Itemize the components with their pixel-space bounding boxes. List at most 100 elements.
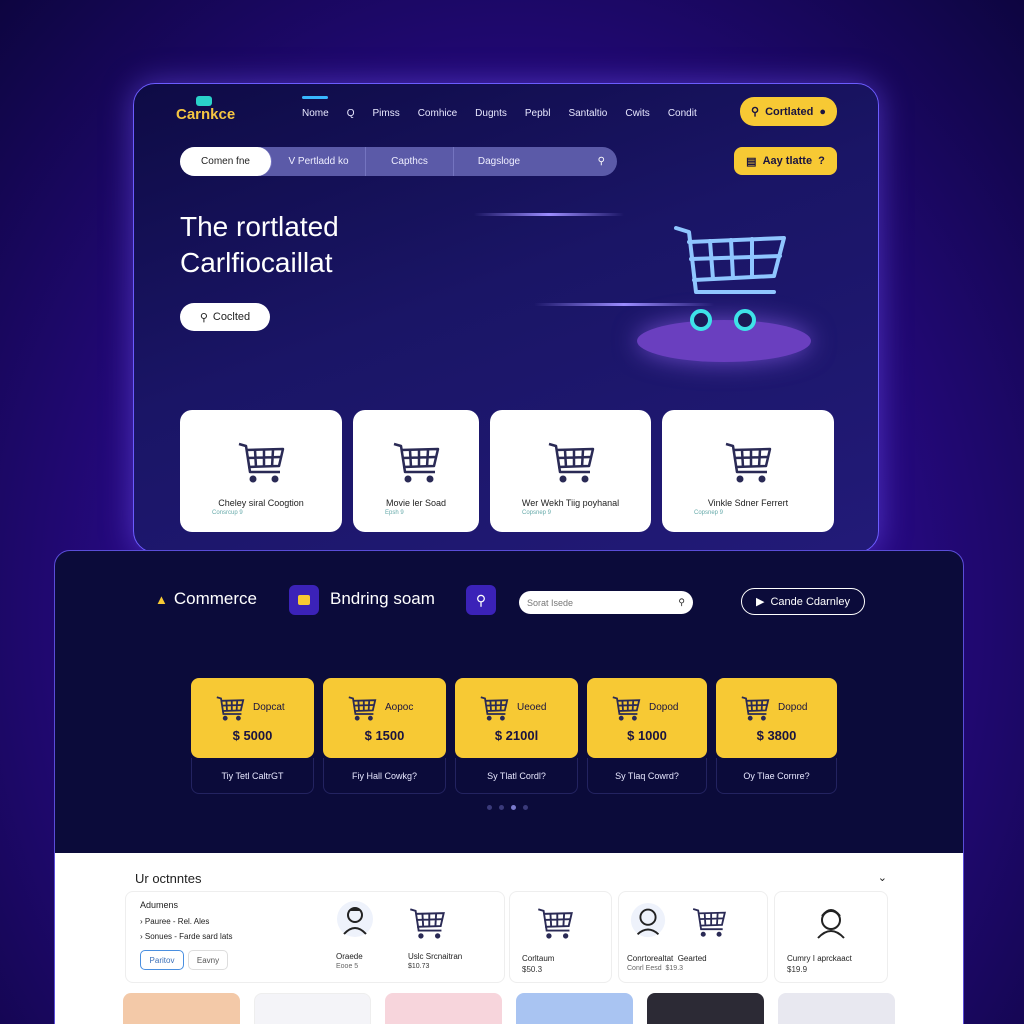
category-card[interactable]: Vinkle Sdner Ferrert Copsnep 9 [662,410,834,532]
filter-search-bar: Comen fne V Pertladd ko Capthcs Dagsloge… [180,147,617,176]
item-title: Uslc Srcnaitran [408,952,463,961]
nav-item-8[interactable]: Condit [668,108,697,119]
search-icon: ⚲ [199,311,208,324]
category-card-subtitle: Copsnep 9 [694,510,724,516]
shopping-cart-icon [548,442,594,483]
clock-icon: ● [819,105,826,118]
search-icon-button[interactable]: ⚲ [466,585,496,615]
folder-icon-button[interactable] [289,585,319,615]
nav-item-7[interactable]: Cwits [625,108,649,119]
thumbnail-image[interactable] [385,993,502,1024]
search-input[interactable]: Sorat Isede ⚲ [519,591,693,614]
outline-action-label: Cande Cdarnley [770,595,850,608]
nav-item-3[interactable]: Comhice [418,108,457,119]
search-icon: ⚲ [678,597,685,607]
product-name: Dopod [778,702,808,713]
product-name: Dopod [649,702,679,713]
nav-search-icon[interactable]: Q [347,108,355,119]
carousel-dot-active[interactable] [511,805,516,810]
thumbnail-image[interactable] [123,993,240,1024]
carousel-dot[interactable] [487,805,492,810]
item-title: Cumry I aprckaact [787,954,852,963]
item-title: Corltaum [522,954,555,963]
product-card[interactable]: Aopoc $ 1500 Fiy Hall Cowkg? [323,678,446,794]
primary-action-button[interactable]: ⚲ Cortlated ● [740,97,837,126]
filter-segment-1[interactable]: Comen fne [180,147,272,176]
category-card[interactable]: Wer Wekh Tiig poyhanal Copsnep 9 [490,410,651,532]
panel-list-item[interactable]: › Pauree - Rel. Ales [140,914,233,929]
person-avatar-icon [630,902,666,938]
panel-list-item[interactable]: › Sonues - Farde sard lats [140,929,233,944]
decorative-light-streak [474,213,624,216]
person-avatar-icon [337,901,373,937]
category-card-title: Cheley siral Coogtion [218,498,304,508]
logo-mark-icon [196,96,212,106]
item-title: Oraede [336,952,363,961]
category-card[interactable]: Cheley siral Coogtion Consrcup 9 [180,410,342,532]
shopping-cart-icon [393,442,440,483]
preview-button[interactable]: Paritov [140,950,184,970]
nav-item-2[interactable]: Pimss [372,108,399,119]
thumbnail-image[interactable] [516,993,633,1024]
hero-title: The rortlated Carlfiocaillat [180,209,339,281]
secondary-action-label: Aay tlatte [762,155,813,167]
product-card[interactable]: Dopod $ 3800 Oy Tlae Cornre? [716,678,837,794]
product-price: $ 5000 [232,728,273,743]
shopping-cart-icon [692,908,726,937]
chevron-down-icon[interactable]: ⌄ [878,871,887,884]
secondary-button[interactable]: Eavny [188,950,228,970]
product-caption: Oy Tlae Cornre? [716,758,837,794]
thumbnail-image[interactable] [647,993,764,1024]
filters-panel: Adumens › Pauree - Rel. Ales › Sonues - … [125,891,505,983]
filter-segment-2[interactable]: V Pertladd ko [272,147,366,176]
primary-action-label: Cortlated [765,105,814,118]
logo[interactable]: Carnkce [176,96,236,123]
hero-title-line-2: Carlfiocaillat [180,247,333,278]
nav-item-6[interactable]: Santaltio [568,108,607,119]
product-price: $ 3800 [756,728,797,743]
nav-item-4[interactable]: Dugnts [475,108,507,119]
item-price: $19.9 [787,965,808,974]
carousel-dot[interactable] [499,805,504,810]
thumbnail-image[interactable] [254,993,371,1024]
category-card-title: Wer Wekh Tiig poyhanal [521,498,620,508]
product-caption: Sy Tlatl Cordl? [455,758,578,794]
play-icon: ▶ [756,596,765,608]
thumbnail-image[interactable] [778,993,895,1024]
product-caption: Tiy Tetl CaltrGT [191,758,314,794]
search-icon[interactable]: ⚲ [544,156,617,167]
carousel-pagination [487,805,528,810]
shopping-cart-icon [238,442,285,483]
hero-button[interactable]: ⚲ Coclted [180,303,270,331]
category-card[interactable]: Movie ler Soad Epsh 9 [353,410,479,532]
filter-segment-3[interactable]: Capthcs [366,147,454,176]
product-name: Ueoed [517,702,547,713]
receipt-icon: ▤ [746,155,757,168]
secondary-action-button[interactable]: ▤ Aay tlatte ? [734,147,837,175]
shopping-cart-icon [348,696,377,721]
shopping-cart-icon [538,908,573,939]
product-carousel: Dopcat $ 5000 Tiy Tetl CaltrGT Aopoc $ 1… [191,678,837,794]
commerce-header: ▲ Commerce Bndring soam ⚲ Sorat Isede ⚲ … [55,551,963,851]
nav-item-5[interactable]: Pepbl [525,108,551,119]
product-card[interactable]: Ueoed $ 2100l Sy Tlatl Cordl? [455,678,578,794]
help-icon: ? [818,155,825,167]
brand-logo[interactable]: ▲ Commerce [155,589,257,609]
section-title: Ur octnntes [135,871,202,886]
shopping-cart-icon [410,908,445,939]
item-price: $10.73 [408,963,430,970]
nav-item-home[interactable]: Nome [302,96,329,119]
hero-title-line-1: The rortlated [180,211,339,242]
main-nav: Nome Q Pimss Comhice Dugnts Pepbl Santal… [302,96,697,119]
item-card[interactable]: Conrtorealtat Gearted Conrl Eesd $19.3 [618,891,768,983]
carousel-dot[interactable] [523,805,528,810]
product-card[interactable]: Dopod $ 1000 Sy Tlaq Cowrd? [587,678,707,794]
outline-action-button[interactable]: ▶ Cande Cdarnley [741,588,865,615]
item-card[interactable]: Cumry I aprckaact $19.9 [774,891,888,983]
logo-text: Carnkce [176,106,236,123]
filter-segment-4[interactable]: Dagsloge [454,147,544,176]
item-title: Conrtorealtat Gearted [627,954,707,963]
product-price: $ 2100l [494,728,539,743]
product-card[interactable]: Dopcat $ 5000 Tiy Tetl CaltrGT [191,678,314,794]
item-card[interactable]: Corltaum $50.3 [509,891,612,983]
